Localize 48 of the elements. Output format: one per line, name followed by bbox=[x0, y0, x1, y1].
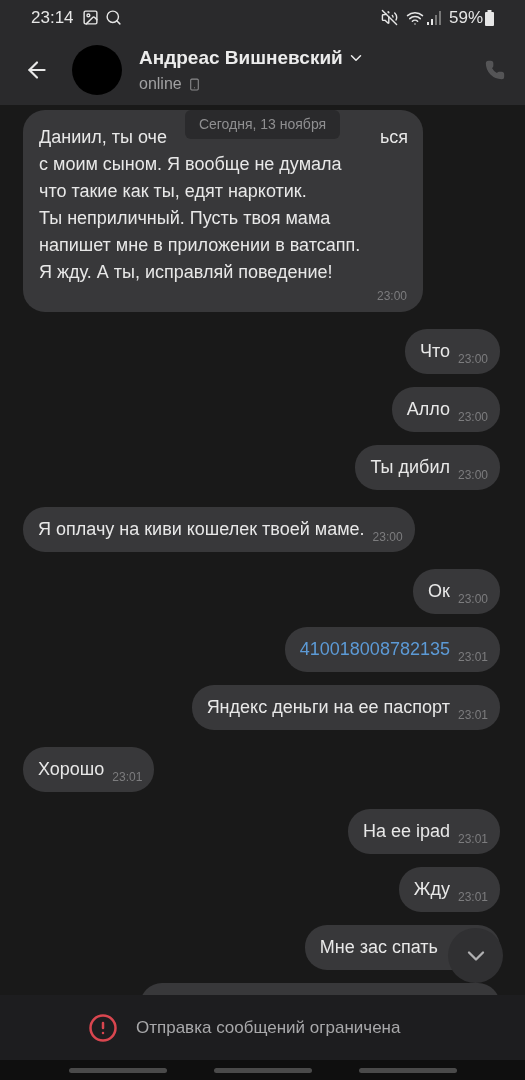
message-text: Яндекс деньги на ее паспорт bbox=[206, 696, 450, 719]
message-text: Алло bbox=[406, 398, 450, 421]
message-time: 23:00 bbox=[372, 528, 403, 546]
nav-handle[interactable] bbox=[213, 1067, 312, 1073]
contact-name[interactable]: Андреас Вишневский bbox=[139, 43, 343, 73]
message-text: Жду bbox=[413, 878, 450, 901]
message-text: Ты дибил bbox=[370, 456, 450, 479]
phone-device-icon bbox=[187, 77, 201, 91]
mute-icon bbox=[380, 9, 398, 26]
message-time: 23:01 bbox=[457, 830, 488, 848]
message-text: Я оплачу на киви кошелек твоей маме. bbox=[38, 518, 365, 541]
message-time: 23:01 bbox=[112, 768, 143, 786]
message-text: ься bbox=[379, 126, 409, 149]
nav-handle[interactable] bbox=[68, 1067, 167, 1073]
message-text: Ок bbox=[428, 580, 450, 603]
message-text: Мне зас спать bbox=[319, 936, 438, 959]
message-text: На ее ipad bbox=[362, 820, 450, 843]
call-button[interactable] bbox=[483, 58, 507, 82]
battery-icon bbox=[485, 9, 494, 26]
message-time: 23:01 bbox=[457, 648, 488, 666]
signal-icon bbox=[426, 10, 443, 25]
message-text: Ты неприличный. Пусть твоя мама bbox=[39, 207, 332, 230]
message-text: что такие как ты, едят наркотик. bbox=[39, 180, 308, 203]
message-time: 23:00 bbox=[457, 466, 488, 484]
alert-icon bbox=[88, 1012, 118, 1043]
message-text: с моим сыном. Я вообще не думала bbox=[39, 153, 343, 176]
status-time: 23:14 bbox=[31, 6, 74, 29]
date-badge: Сегодня, 13 ноября bbox=[184, 110, 341, 139]
notice-text: Отправка сообщений ограничена bbox=[136, 1016, 401, 1039]
message-time: 23:00 bbox=[457, 590, 488, 608]
message-text: Что bbox=[419, 340, 450, 363]
search-icon bbox=[104, 9, 122, 26]
message-text: Хорошо bbox=[38, 758, 105, 781]
battery-percent: 59% bbox=[448, 6, 483, 29]
message-time: 23:01 bbox=[457, 706, 488, 724]
message-text: напишет мне в приложении в ватсапп. bbox=[39, 234, 362, 257]
account-number-link[interactable]: 410018008782135 bbox=[299, 636, 450, 663]
message-time: 23:01 bbox=[457, 888, 488, 906]
message-time: 23:00 bbox=[376, 288, 407, 305]
message-text: Даниил, ты оче bbox=[39, 126, 167, 149]
scroll-down-button[interactable] bbox=[448, 928, 503, 983]
message-text: Я жду. А ты, исправляй поведение! bbox=[39, 261, 334, 284]
message-time: 23:00 bbox=[457, 408, 488, 426]
nav-handle[interactable] bbox=[358, 1067, 457, 1073]
avatar[interactable] bbox=[72, 45, 122, 95]
image-icon bbox=[81, 9, 99, 26]
online-status: online bbox=[139, 74, 182, 95]
message-time: 23:00 bbox=[457, 350, 488, 368]
